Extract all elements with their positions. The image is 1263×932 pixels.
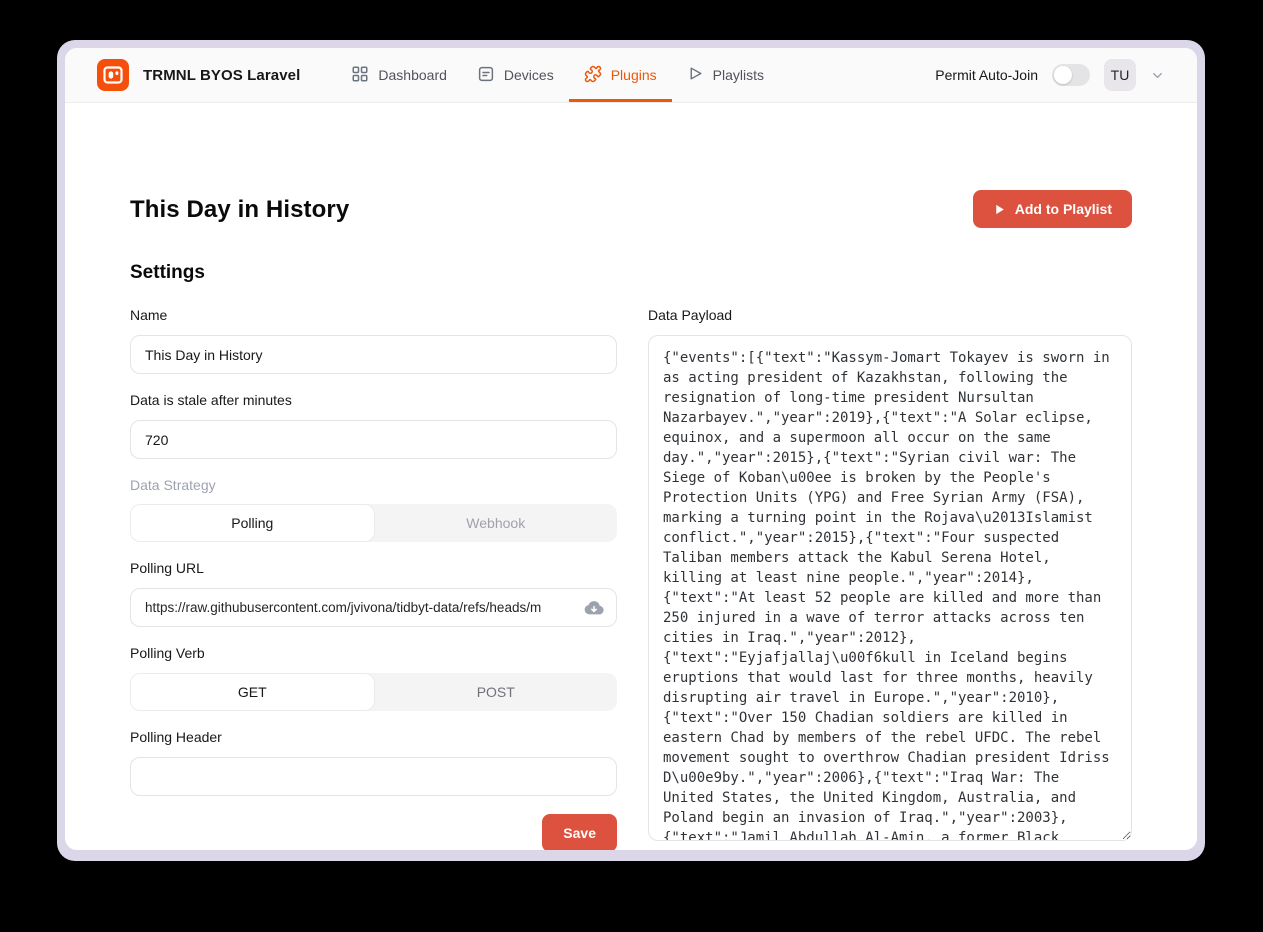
polling-url-label: Polling URL — [130, 560, 617, 577]
verb-option-post[interactable]: POST — [375, 673, 618, 711]
verb-option-get[interactable]: GET — [130, 673, 375, 711]
toggle-knob — [1054, 66, 1072, 84]
data-payload-label: Data Payload — [648, 307, 1132, 324]
trmnl-logo-icon — [97, 59, 129, 91]
data-strategy-group: Data Strategy Polling Webhook — [130, 477, 617, 542]
tab-devices[interactable]: Devices — [462, 48, 569, 102]
name-label: Name — [130, 307, 617, 324]
data-strategy-segmented-control: Polling Webhook — [130, 504, 617, 542]
polling-url-wrap — [130, 588, 617, 627]
stale-field-group: Data is stale after minutes — [130, 392, 617, 459]
stale-minutes-input[interactable] — [130, 420, 617, 459]
strategy-option-polling[interactable]: Polling — [130, 504, 375, 542]
app-card: TRMNL BYOS Laravel Dashboard — [65, 48, 1197, 850]
tab-dashboard-label: Dashboard — [378, 67, 447, 83]
plugins-puzzle-icon — [584, 65, 602, 86]
permit-auto-join-toggle[interactable] — [1052, 64, 1090, 86]
brand-title: TRMNL BYOS Laravel — [143, 67, 300, 84]
strategy-option-webhook[interactable]: Webhook — [375, 504, 618, 542]
name-input[interactable] — [130, 335, 617, 374]
settings-columns: Name Data is stale after minutes Data St… — [130, 307, 1132, 850]
tab-playlists-label: Playlists — [713, 67, 764, 83]
settings-heading: Settings — [130, 261, 1132, 284]
page-title: This Day in History — [130, 195, 349, 224]
add-to-playlist-button[interactable]: Add to Playlist — [973, 190, 1132, 228]
tab-dashboard[interactable]: Dashboard — [336, 48, 462, 102]
data-payload-textarea[interactable]: {"events":[{"text":"Kassym-Jomart Tokaye… — [648, 335, 1132, 841]
main-nav: Dashboard Devices — [336, 48, 779, 102]
polling-verb-segmented-control: GET POST — [130, 673, 617, 711]
polling-verb-group: Polling Verb GET POST — [130, 645, 617, 711]
polling-url-group: Polling URL — [130, 560, 617, 627]
app-header: TRMNL BYOS Laravel Dashboard — [65, 48, 1197, 103]
stale-label: Data is stale after minutes — [130, 392, 617, 409]
brand: TRMNL BYOS Laravel — [97, 48, 300, 102]
polling-verb-label: Polling Verb — [130, 645, 617, 662]
page-content: This Day in History Add to Playlist Sett… — [65, 103, 1197, 850]
tab-plugins-label: Plugins — [611, 67, 657, 83]
polling-header-group: Polling Header — [130, 729, 617, 796]
save-row: Save — [130, 814, 617, 850]
permit-auto-join-label: Permit Auto-Join — [935, 67, 1038, 83]
tab-devices-label: Devices — [504, 67, 554, 83]
dashboard-grid-icon — [351, 65, 369, 86]
save-button[interactable]: Save — [542, 814, 617, 850]
user-avatar[interactable]: TU — [1104, 59, 1136, 91]
page-head: This Day in History Add to Playlist — [130, 190, 1132, 228]
header-actions: Permit Auto-Join TU — [935, 48, 1165, 102]
playlists-play-icon — [687, 65, 704, 85]
user-menu-chevron-down-icon[interactable] — [1150, 68, 1165, 83]
polling-url-input[interactable] — [130, 588, 617, 627]
data-strategy-label: Data Strategy — [130, 477, 617, 494]
payload-column: Data Payload {"events":[{"text":"Kassym-… — [648, 307, 1132, 850]
play-icon — [993, 203, 1006, 216]
settings-form: Name Data is stale after minutes Data St… — [130, 307, 617, 850]
app-window: TRMNL BYOS Laravel Dashboard — [57, 40, 1205, 861]
devices-icon — [477, 65, 495, 86]
polling-header-label: Polling Header — [130, 729, 617, 746]
name-field-group: Name — [130, 307, 617, 374]
tab-plugins[interactable]: Plugins — [569, 48, 672, 102]
tab-playlists[interactable]: Playlists — [672, 48, 779, 102]
polling-header-input[interactable] — [130, 757, 617, 796]
add-to-playlist-label: Add to Playlist — [1015, 201, 1112, 217]
